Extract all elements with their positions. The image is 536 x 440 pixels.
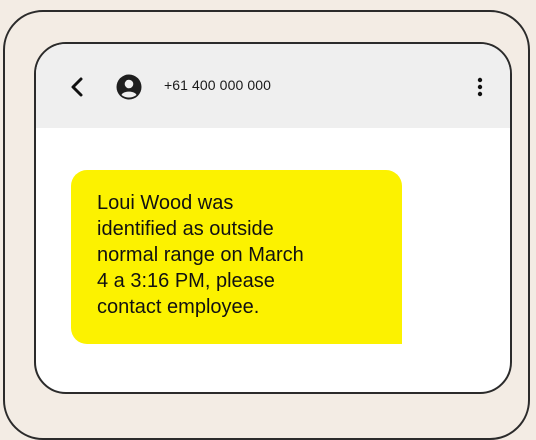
message-bubble[interactable]: Loui Wood was identified as outside norm… — [71, 170, 402, 344]
conversation-header: +61 400 000 000 — [36, 44, 510, 128]
message-text: Loui Wood was identified as outside norm… — [97, 192, 304, 318]
avatar[interactable] — [116, 74, 142, 100]
vertical-dots-icon — [477, 77, 483, 97]
back-button[interactable] — [64, 72, 90, 102]
person-avatar-icon — [116, 74, 142, 100]
more-options-button[interactable] — [472, 72, 488, 102]
contact-number: +61 400 000 000 — [164, 77, 271, 93]
phone-screen: +61 400 000 000 Loui Wood was identified… — [34, 42, 512, 394]
chevron-left-icon — [71, 77, 83, 97]
